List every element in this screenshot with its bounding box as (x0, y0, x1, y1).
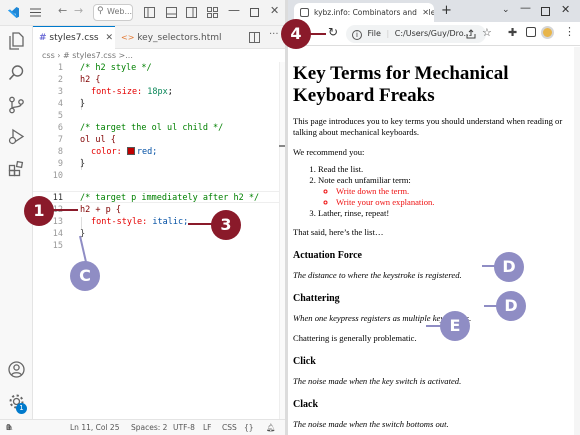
callout-1: 1 (24, 196, 54, 226)
callout-c: C (70, 261, 100, 291)
callout-4: 4 (281, 19, 311, 49)
callout-line-c (79, 235, 87, 263)
callout-d-2: D (496, 291, 526, 321)
callout-3: 3 (211, 210, 241, 240)
callout-e: E (440, 311, 470, 341)
callout-connectors (50, 33, 497, 327)
callout-d-1: D (494, 252, 524, 282)
